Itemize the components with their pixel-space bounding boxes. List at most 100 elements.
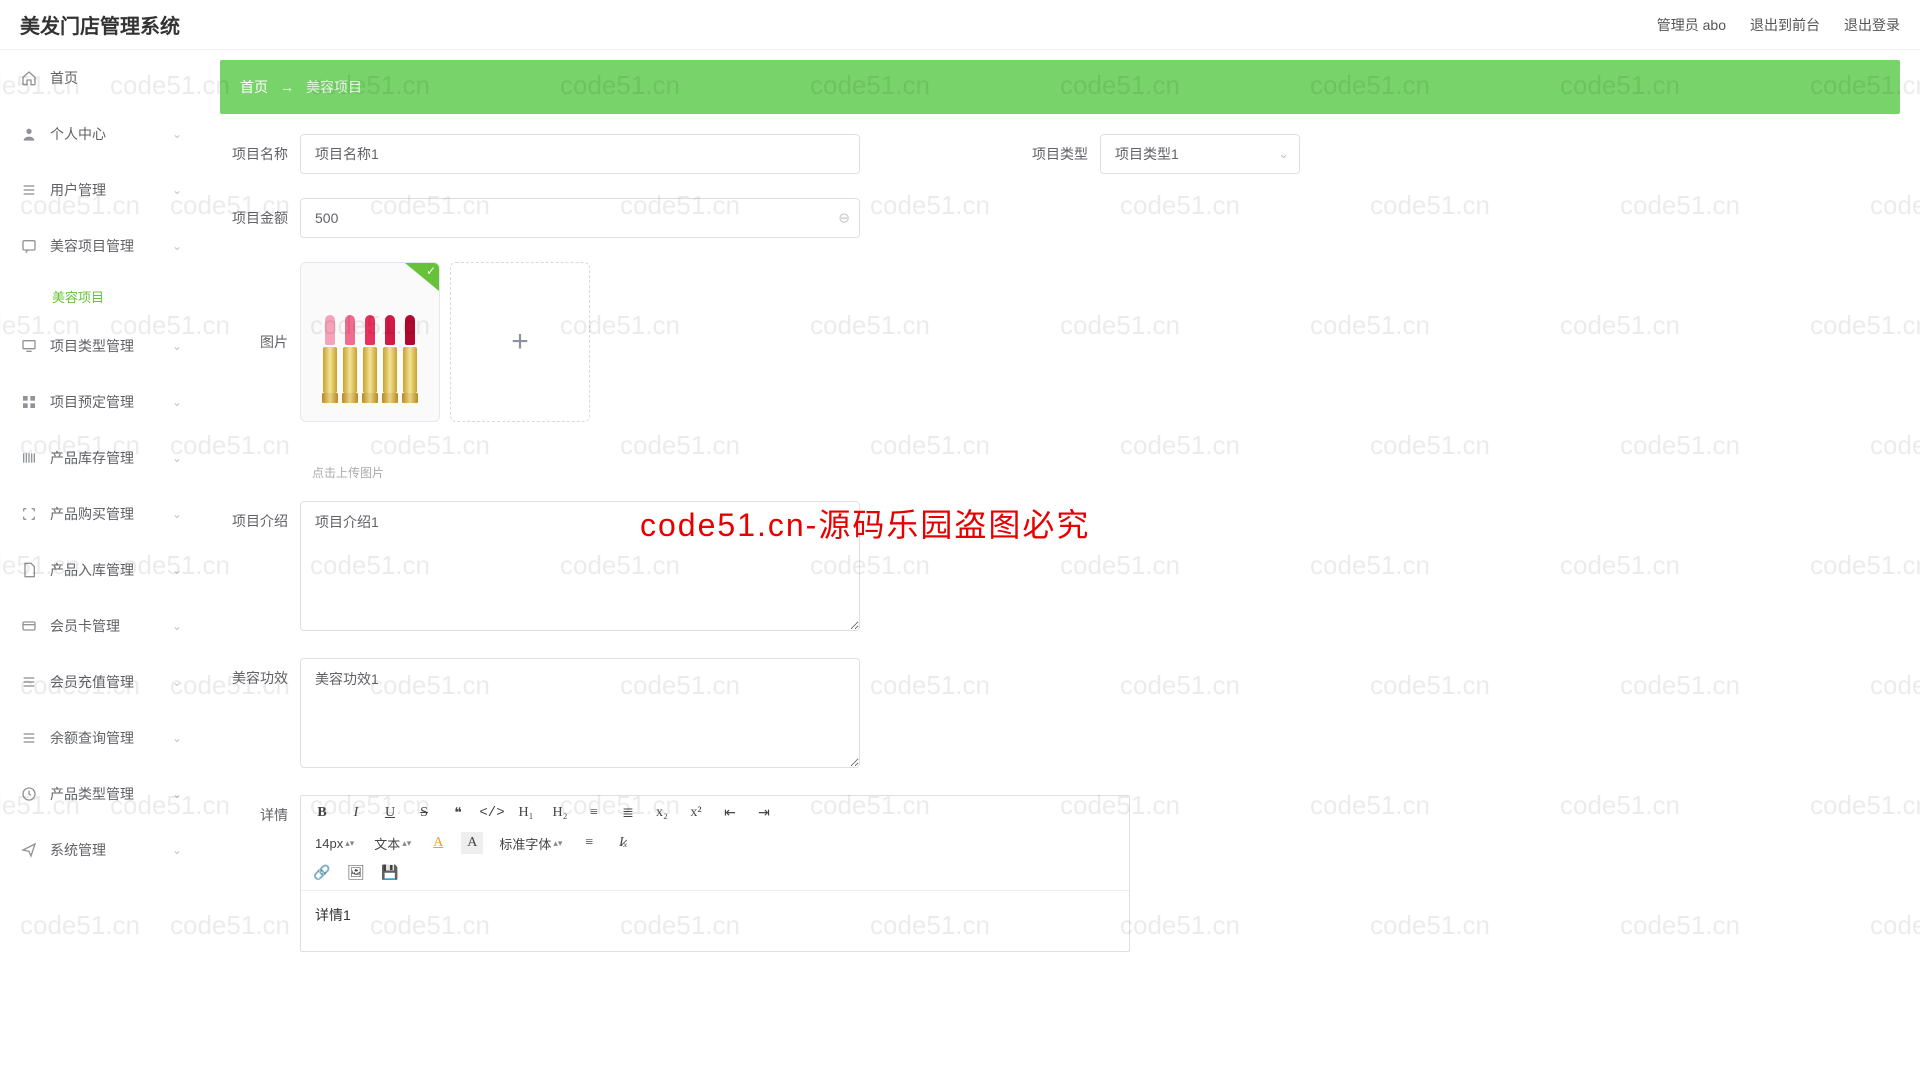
sidebar-item-beauty-proj[interactable]: 美容项目管理 ⌄ — [0, 218, 200, 274]
chevron-down-icon: ⌄ — [172, 395, 182, 409]
admin-label[interactable]: 管理员 abo — [1657, 15, 1726, 35]
sidebar-item-label: 会员卡管理 — [50, 616, 120, 636]
list-icon — [20, 181, 38, 199]
italic-button[interactable]: I — [345, 802, 367, 824]
sidebar-item-purchase[interactable]: 产品购买管理 ⌄ — [0, 486, 200, 542]
rich-editor: B I U S ❝ </> H₁ H₂ ≡ ≣ x₂ x² ⇤ ⇥ 14px▴▾ — [300, 795, 1130, 952]
bgcolor-button[interactable]: A — [461, 832, 483, 854]
type-select[interactable]: 项目类型1 ⌄ — [1100, 134, 1300, 174]
sidebar-item-label: 产品购买管理 — [50, 504, 134, 524]
scan-icon — [20, 505, 38, 523]
fontsize-select[interactable]: 14px▴▾ — [311, 836, 358, 851]
sidebar-item-member-card[interactable]: 会员卡管理 ⌄ — [0, 598, 200, 654]
main-content: 首页 → 美容项目 项目名称 项目类型 项目类型1 ⌄ 项目金额 ⊖ — [200, 50, 1920, 1080]
sidebar-item-home[interactable]: 首页 — [0, 50, 200, 106]
home-icon — [20, 69, 38, 87]
sidebar-item-stock[interactable]: 产品库存管理 ⌄ — [0, 430, 200, 486]
ol-button[interactable]: ≡ — [583, 802, 605, 824]
header: 美发门店管理系统 管理员 abo 退出到前台 退出登录 — [0, 0, 1920, 50]
chevron-down-icon: ⌄ — [1278, 146, 1289, 162]
align-button[interactable]: ≡ — [578, 832, 600, 854]
sidebar-item-balance[interactable]: 余额查询管理 ⌄ — [0, 710, 200, 766]
header-right: 管理员 abo 退出到前台 退出登录 — [1657, 15, 1900, 35]
effect-label: 美容功效 — [220, 658, 300, 688]
send-icon — [20, 841, 38, 859]
breadcrumb-home[interactable]: 首页 — [240, 77, 268, 97]
link-button[interactable]: 🔗 — [311, 862, 333, 884]
barcode-icon — [20, 449, 38, 467]
editor-toolbar: B I U S ❝ </> H₁ H₂ ≡ ≣ x₂ x² ⇤ ⇥ 14px▴▾ — [301, 796, 1129, 891]
chevron-down-icon: ⌄ — [172, 619, 182, 633]
sidebar-item-system[interactable]: 系统管理 ⌄ — [0, 822, 200, 878]
name-input[interactable] — [300, 134, 860, 174]
amount-label: 项目金额 — [220, 198, 300, 228]
grid-icon — [20, 393, 38, 411]
chevron-down-icon: ⌄ — [172, 339, 182, 353]
editor-content[interactable]: 详情1 — [301, 891, 1129, 951]
chevron-down-icon: ⌄ — [172, 183, 182, 197]
sidebar-item-label: 项目类型管理 — [50, 336, 134, 356]
textstyle-select[interactable]: 文本▴▾ — [370, 834, 415, 853]
check-icon — [405, 263, 439, 291]
intro-label: 项目介绍 — [220, 501, 300, 531]
logout-link[interactable]: 退出登录 — [1844, 15, 1900, 35]
sidebar-item-label: 系统管理 — [50, 840, 106, 860]
amount-input[interactable] — [300, 198, 860, 238]
list-icon — [20, 673, 38, 691]
effect-textarea[interactable]: 美容功效1 — [300, 658, 860, 768]
code-button[interactable]: </> — [481, 802, 503, 824]
sidebar-item-label: 美容项目管理 — [50, 236, 134, 256]
sidebar-item-recharge[interactable]: 会员充值管理 ⌄ — [0, 654, 200, 710]
upload-hint: 点击上传图片 — [312, 464, 1900, 481]
sidebar-item-proj-reserve[interactable]: 项目预定管理 ⌄ — [0, 374, 200, 430]
detail-label: 详情 — [220, 795, 300, 825]
chevron-down-icon: ⌄ — [172, 787, 182, 801]
card-icon — [20, 617, 38, 635]
chevron-down-icon: ⌄ — [172, 843, 182, 857]
upload-thumb[interactable] — [300, 262, 440, 422]
sup-button[interactable]: x² — [685, 802, 707, 824]
row-effect: 美容功效 美容功效1 — [220, 658, 1900, 771]
strike-button[interactable]: S — [413, 802, 435, 824]
file-icon — [20, 561, 38, 579]
app-title: 美发门店管理系统 — [20, 10, 180, 39]
breadcrumb-sep: → — [280, 79, 294, 95]
sidebar-item-users[interactable]: 用户管理 ⌄ — [0, 162, 200, 218]
sidebar-item-label: 项目预定管理 — [50, 392, 134, 412]
sidebar-item-label: 首页 — [50, 68, 78, 88]
sidebar-item-label: 产品入库管理 — [50, 560, 134, 580]
sidebar-item-profile[interactable]: 个人中心 ⌄ — [0, 106, 200, 162]
image-button[interactable]: 🖼 — [345, 862, 367, 884]
clearformat-button[interactable]: I̷ₓ — [612, 832, 634, 854]
underline-button[interactable]: U — [379, 802, 401, 824]
row-amount: 项目金额 ⊖ — [220, 198, 1900, 238]
quote-button[interactable]: ❝ — [447, 802, 469, 824]
breadcrumb: 首页 → 美容项目 — [220, 60, 1900, 114]
monitor-icon — [20, 337, 38, 355]
sub-button[interactable]: x₂ — [651, 802, 673, 824]
sidebar-item-prod-type[interactable]: 产品类型管理 ⌄ — [0, 766, 200, 822]
h1-button[interactable]: H₁ — [515, 802, 537, 824]
h2-button[interactable]: H₂ — [549, 802, 571, 824]
type-label: 项目类型 — [1020, 134, 1100, 164]
save-button[interactable]: 💾 — [379, 862, 401, 884]
sidebar-subitem-beauty-proj[interactable]: 美容项目 — [0, 274, 200, 318]
image-label: 图片 — [220, 262, 300, 352]
row-image: 图片 + — [220, 262, 1900, 422]
exit-front-link[interactable]: 退出到前台 — [1750, 15, 1820, 35]
sidebar-item-proj-type[interactable]: 项目类型管理 ⌄ — [0, 318, 200, 374]
clear-icon[interactable]: ⊖ — [838, 210, 850, 227]
chevron-down-icon: ⌄ — [172, 451, 182, 465]
textcolor-button[interactable]: A — [427, 832, 449, 854]
clock-icon — [20, 785, 38, 803]
outdent-button[interactable]: ⇤ — [719, 802, 741, 824]
upload-add-button[interactable]: + — [450, 262, 590, 422]
bold-button[interactable]: B — [311, 802, 333, 824]
fontfamily-select[interactable]: 标准字体▴▾ — [495, 834, 566, 853]
ul-button[interactable]: ≣ — [617, 802, 639, 824]
indent-button[interactable]: ⇥ — [753, 802, 775, 824]
sidebar-item-inbound[interactable]: 产品入库管理 ⌄ — [0, 542, 200, 598]
sidebar-item-label: 余额查询管理 — [50, 728, 134, 748]
type-value: 项目类型1 — [1115, 144, 1179, 164]
chevron-down-icon: ⌄ — [172, 127, 182, 141]
